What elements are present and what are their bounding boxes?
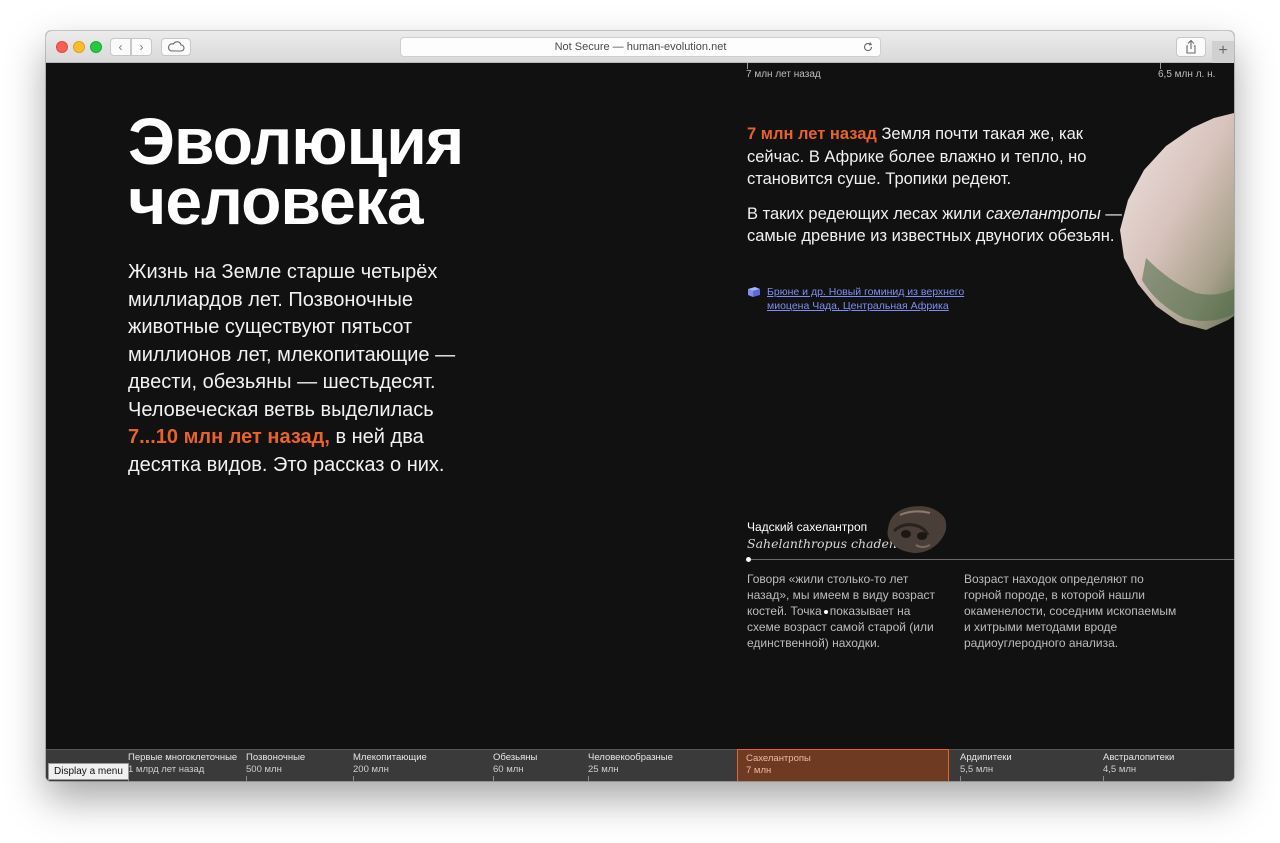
era-description: 7 млн лет назад Земля почти такая же, ка… (747, 123, 1127, 260)
timeline-item-vertebrates[interactable]: Позвоночные 500 млн (246, 752, 305, 775)
share-button[interactable] (1176, 37, 1206, 57)
minimize-window-button[interactable] (73, 41, 85, 53)
timeline-item-label: Первые многоклеточные (128, 752, 238, 763)
chevron-left-icon: ‹ (118, 40, 123, 54)
timeline-item-apes[interactable]: Человекообразные 25 млн (588, 752, 673, 775)
plus-icon: + (1218, 42, 1228, 59)
timeline-item-ardipithecus[interactable]: Ардипитеки 5,5 млн (960, 752, 1012, 775)
page-content: 7 млн лет назад 6,5 млн л. н. Эволюция ч… (46, 63, 1234, 749)
reload-icon[interactable] (862, 40, 874, 54)
title-bar: ‹ › Not Secure — human-evolution.net + (46, 31, 1234, 63)
timeline-item-label: Ардипитеки (960, 752, 1012, 763)
timeline-item-date: 25 млн (588, 763, 619, 775)
new-tab-button[interactable]: + (1212, 41, 1234, 63)
reference-link[interactable]: Брюне и др. Новый гоминид из верхнего ми… (767, 285, 987, 313)
species-time-line (747, 559, 1234, 560)
timeline-tick (588, 776, 589, 781)
timeline-bar: Первые многоклеточные 1 млрд лет назад П… (46, 749, 1234, 781)
book-icon (748, 287, 760, 297)
timeline-item-mammals[interactable]: Млекопитающие 200 млн (353, 752, 427, 775)
timeline-item-date: 60 млн (493, 763, 524, 775)
timeline-tick (493, 776, 494, 781)
intro-accent: 7...10 млн лет назад, (128, 426, 330, 448)
species-age-dot (746, 557, 751, 562)
timeline-item-multicellular[interactable]: Первые многоклеточные 1 млрд лет назад (128, 752, 237, 775)
forward-button[interactable]: › (131, 38, 152, 56)
ruler-label-start: 7 млн лет назад (746, 69, 821, 80)
skull-image (887, 506, 947, 553)
timeline-item-label: Человекообразные (588, 752, 673, 763)
address-text: Not Secure — human-evolution.net (554, 41, 727, 53)
timeline-tick (353, 776, 354, 781)
timeline-item-monkeys[interactable]: Обезьяны 60 млн (493, 752, 537, 775)
timeline-tick (960, 776, 961, 781)
timeline-item-label: Позвоночные (246, 752, 306, 763)
zoom-window-button[interactable] (90, 41, 102, 53)
era-paragraph-2: В таких редеющих лесах жили сахелантропы… (747, 203, 1127, 248)
age-note: Говоря «жили столько-то лет назад», мы и… (747, 571, 947, 651)
timeline-item-sahelanthropus[interactable]: Сахелантропы 7 млн (737, 749, 949, 781)
timeline-item-date: 4,5 млн (1103, 763, 1137, 775)
timeline-item-date: 7 млн (746, 764, 772, 776)
page-title-line2: человека (128, 164, 424, 238)
close-window-button[interactable] (56, 41, 68, 53)
timeline-item-label: Сахелантропы (746, 753, 811, 764)
ruler-label-end: 6,5 млн л. н. (1158, 69, 1216, 80)
timeline-item-date: 500 млн (246, 763, 282, 775)
timeline-tick (1103, 776, 1104, 781)
era-paragraph-2-text: В таких редеющих лесах жили (747, 204, 986, 223)
icloud-tabs-button[interactable] (161, 38, 191, 56)
back-button[interactable]: ‹ (110, 38, 131, 56)
era-date-accent: 7 млн лет назад (747, 125, 877, 143)
timeline-item-label: Австралопитеки (1103, 752, 1175, 763)
intro-paragraph: Жизнь на Земле старше четырёх миллиардов… (128, 259, 488, 479)
timeline-item-australopithecus[interactable]: Австралопитеки 4,5 млн (1103, 752, 1174, 775)
species-name: Чадский сахелантроп (747, 520, 868, 534)
timeline-item-label: Обезьяны (493, 752, 538, 763)
dating-note: Возраст находок определяют по горной пор… (964, 572, 1177, 650)
cloud-icon (167, 41, 185, 52)
share-icon (1186, 39, 1196, 54)
reference-link-block: Брюне и др. Новый гоминид из верхнего ми… (747, 285, 987, 313)
timeline-item-date: 1 млрд лет назад (128, 763, 205, 775)
timeline-tick (246, 776, 247, 781)
dot-icon (823, 609, 828, 614)
timeline-item-label: Млекопитающие (353, 752, 427, 763)
era-paragraph-1: 7 млн лет назад Земля почти такая же, ка… (747, 123, 1127, 191)
browser-window: ‹ › Not Secure — human-evolution.net + 7… (46, 31, 1234, 781)
intro-text: Жизнь на Земле старше четырёх миллиардов… (128, 261, 456, 421)
menu-tooltip: Display a menu (48, 763, 129, 780)
era-species-italic: сахелантропы (985, 204, 1101, 223)
timeline-item-date: 200 млн (353, 763, 389, 775)
page-title: Эволюция человека (128, 108, 464, 234)
timeline-item-date: 5,5 млн (960, 763, 994, 775)
address-bar[interactable]: Not Secure — human-evolution.net (400, 37, 881, 57)
chevron-right-icon: › (139, 40, 144, 54)
stone-image (1120, 113, 1234, 330)
